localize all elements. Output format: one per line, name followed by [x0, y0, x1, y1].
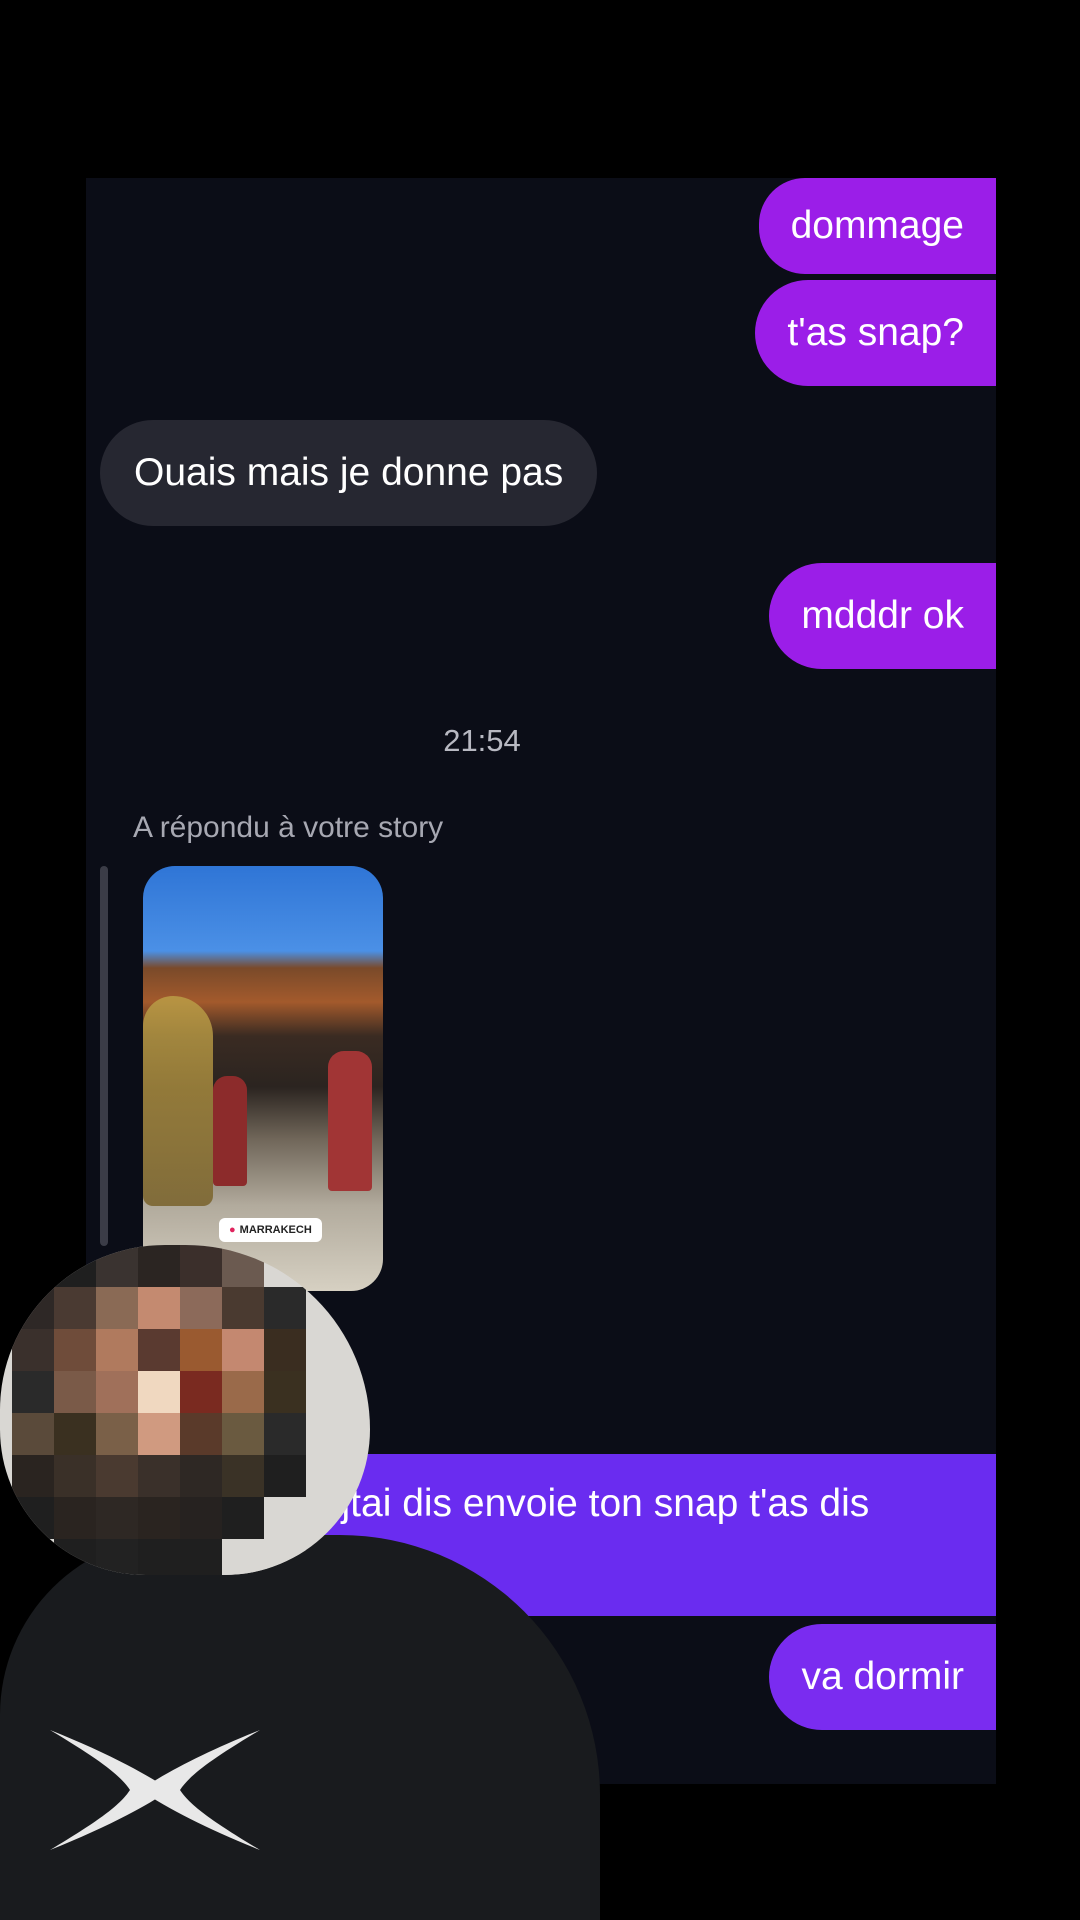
- location-sticker: ● MARRAKECH: [219, 1218, 322, 1242]
- webcam-overlay-person: [0, 1245, 600, 1920]
- brand-logo-icon: [50, 1730, 260, 1850]
- message-timestamp: 21:54: [443, 723, 521, 758]
- message-text: Ouais mais je donne pas: [134, 451, 564, 494]
- story-thumbnail[interactable]: ● MARRAKECH: [143, 866, 383, 1291]
- message-bubble-sent[interactable]: mdddr ok: [769, 563, 996, 669]
- message-bubble-sent[interactable]: t'as snap?: [755, 280, 996, 386]
- pixelation-mosaic: [12, 1245, 306, 1575]
- location-pin-icon: ●: [229, 1224, 236, 1236]
- pixelated-face: [0, 1245, 370, 1575]
- message-bubble-sent[interactable]: dommage: [758, 178, 996, 274]
- location-sticker-label: MARRAKECH: [239, 1224, 312, 1236]
- story-scene-figure: [213, 1076, 247, 1186]
- story-reply-label: A répondu à votre story: [133, 811, 444, 844]
- message-text: mdddr ok: [801, 594, 964, 637]
- message-text: dommage: [790, 204, 964, 247]
- story-scene-figure: [328, 1051, 372, 1191]
- message-bubble-sent[interactable]: va dormir: [769, 1624, 996, 1730]
- story-scene-plant: [143, 996, 213, 1206]
- message-text: t'as snap?: [787, 311, 964, 354]
- reply-indicator-bar: [100, 866, 108, 1246]
- message-text: va dormir: [801, 1655, 964, 1698]
- message-bubble-received[interactable]: Ouais mais je donne pas: [100, 420, 598, 526]
